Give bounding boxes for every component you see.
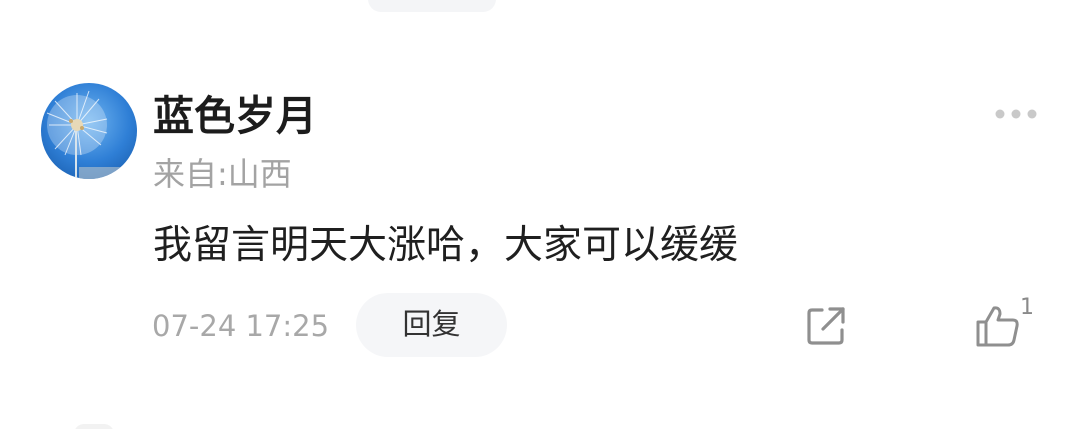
share-icon[interactable] bbox=[805, 305, 847, 347]
location-label: 来自:山西 bbox=[153, 155, 292, 193]
avatar[interactable] bbox=[41, 83, 137, 179]
reply-button-label: 回复 bbox=[402, 309, 461, 341]
dandelion-avatar-icon bbox=[41, 83, 137, 179]
previous-item-edge bbox=[368, 0, 496, 12]
like-count: 1 bbox=[1020, 295, 1034, 320]
comment-timestamp: 07-24 17:25 bbox=[152, 309, 330, 343]
reply-button[interactable]: 回复 bbox=[356, 293, 507, 357]
comment-text: 我留言明天大涨哈，大家可以缓缓 bbox=[153, 223, 739, 268]
next-item-edge bbox=[74, 424, 114, 429]
comment-card: 蓝色岁月 来自:山西 我留言明天大涨哈，大家可以缓缓 07-24 17:25 回… bbox=[0, 0, 1080, 429]
more-dots-icon[interactable] bbox=[993, 104, 1039, 124]
username[interactable]: 蓝色岁月 bbox=[153, 88, 317, 144]
thumbs-up-icon[interactable] bbox=[975, 304, 1021, 348]
